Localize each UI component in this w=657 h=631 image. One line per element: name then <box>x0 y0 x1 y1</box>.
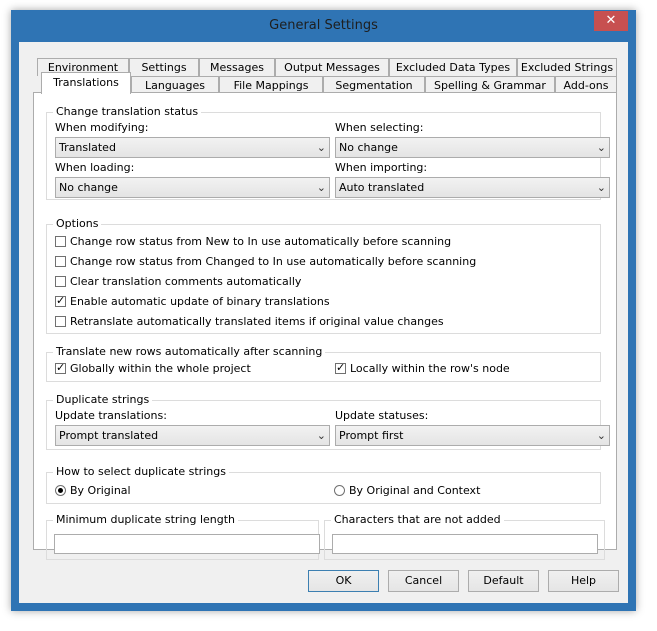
tab-messages[interactable]: Messages <box>199 58 275 76</box>
when-modifying-label: When modifying: <box>55 121 149 134</box>
update-statuses-select[interactable]: Prompt first ⌄ <box>335 425 610 446</box>
tab-settings[interactable]: Settings <box>129 58 199 76</box>
option-new-to-in-use[interactable]: Change row status from New to In use aut… <box>55 235 451 249</box>
when-selecting-label: When selecting: <box>335 121 424 134</box>
update-statuses-label: Update statuses: <box>335 409 429 422</box>
checkbox-unchecked-icon <box>55 256 66 267</box>
change-status-group: Change translation status When modifying… <box>46 105 610 200</box>
change-status-title: Change translation status <box>53 105 202 119</box>
options-group: Options Change row status from New to In… <box>46 217 601 334</box>
checkbox-checked-icon <box>335 361 346 375</box>
chevron-down-icon: ⌄ <box>596 181 606 194</box>
close-button[interactable]: ✕ <box>594 11 628 31</box>
tab-output-messages[interactable]: Output Messages <box>275 58 389 76</box>
radio-unselected-icon <box>334 485 345 496</box>
option-changed-to-in-use[interactable]: Change row status from Changed to In use… <box>55 255 476 269</box>
translate-new-title: Translate new rows automatically after s… <box>53 345 326 359</box>
translations-tab-panel: Change translation status When modifying… <box>33 92 617 560</box>
translate-new-group: Translate new rows automatically after s… <box>46 345 601 382</box>
translate-locally-checkbox[interactable]: Locally within the row's node <box>335 361 510 376</box>
not-added-group: Characters that are not added <box>324 513 605 560</box>
default-button[interactable]: Default <box>468 570 539 592</box>
cancel-button[interactable]: Cancel <box>388 570 459 592</box>
by-original-radio[interactable]: By Original <box>55 484 131 498</box>
options-title: Options <box>53 217 102 231</box>
tab-excluded-data-types[interactable]: Excluded Data Types <box>389 58 517 76</box>
checkbox-checked-icon <box>55 294 66 308</box>
translate-globally-checkbox[interactable]: Globally within the whole project <box>55 361 251 376</box>
when-importing-label: When importing: <box>335 161 428 174</box>
by-original-context-radio[interactable]: By Original and Context <box>334 484 480 498</box>
select-duplicates-group: How to select duplicate strings By Origi… <box>46 465 601 504</box>
option-binary-update[interactable]: Enable automatic update of binary transl… <box>55 294 330 309</box>
when-selecting-select[interactable]: No change ⌄ <box>335 137 610 158</box>
min-length-title: Minimum duplicate string length <box>53 513 239 527</box>
ok-button[interactable]: OK <box>308 570 379 592</box>
option-retranslate[interactable]: Retranslate automatically translated ite… <box>55 315 444 329</box>
close-icon: ✕ <box>605 13 617 28</box>
chevron-down-icon: ⌄ <box>596 141 606 154</box>
checkbox-checked-icon <box>55 361 66 375</box>
help-button[interactable]: Help <box>548 570 619 592</box>
radio-selected-icon <box>55 485 66 496</box>
chevron-down-icon: ⌄ <box>316 181 326 194</box>
checkbox-unchecked-icon <box>55 276 66 287</box>
when-importing-select[interactable]: Auto translated ⌄ <box>335 177 610 198</box>
when-loading-label: When loading: <box>55 161 135 174</box>
update-translations-label: Update translations: <box>55 409 167 422</box>
checkbox-unchecked-icon <box>55 236 66 247</box>
tab-translations[interactable]: Translations <box>41 72 131 94</box>
window-title: General Settings <box>269 18 378 33</box>
not-added-title: Characters that are not added <box>331 513 504 527</box>
not-added-input[interactable] <box>332 534 598 554</box>
min-length-group: Minimum duplicate string length <box>46 513 320 560</box>
tab-excluded-strings[interactable]: Excluded Strings <box>517 58 617 76</box>
chevron-down-icon: ⌄ <box>316 429 326 442</box>
duplicate-strings-title: Duplicate strings <box>53 393 153 407</box>
chevron-down-icon: ⌄ <box>316 141 326 154</box>
checkbox-unchecked-icon <box>55 316 66 327</box>
min-length-input[interactable] <box>54 534 320 554</box>
update-translations-select[interactable]: Prompt translated ⌄ <box>55 425 330 446</box>
dialog-client: Environment Settings Messages Output Mes… <box>19 42 628 603</box>
settings-window: General Settings ✕ Environment Settings … <box>11 10 636 611</box>
when-loading-select[interactable]: No change ⌄ <box>55 177 330 198</box>
option-clear-comments[interactable]: Clear translation comments automatically <box>55 275 301 289</box>
select-duplicates-title: How to select duplicate strings <box>53 465 229 479</box>
title-bar[interactable]: General Settings ✕ <box>11 10 636 42</box>
chevron-down-icon: ⌄ <box>596 429 606 442</box>
duplicate-strings-group: Duplicate strings Update translations: P… <box>46 393 610 450</box>
when-modifying-select[interactable]: Translated ⌄ <box>55 137 330 158</box>
